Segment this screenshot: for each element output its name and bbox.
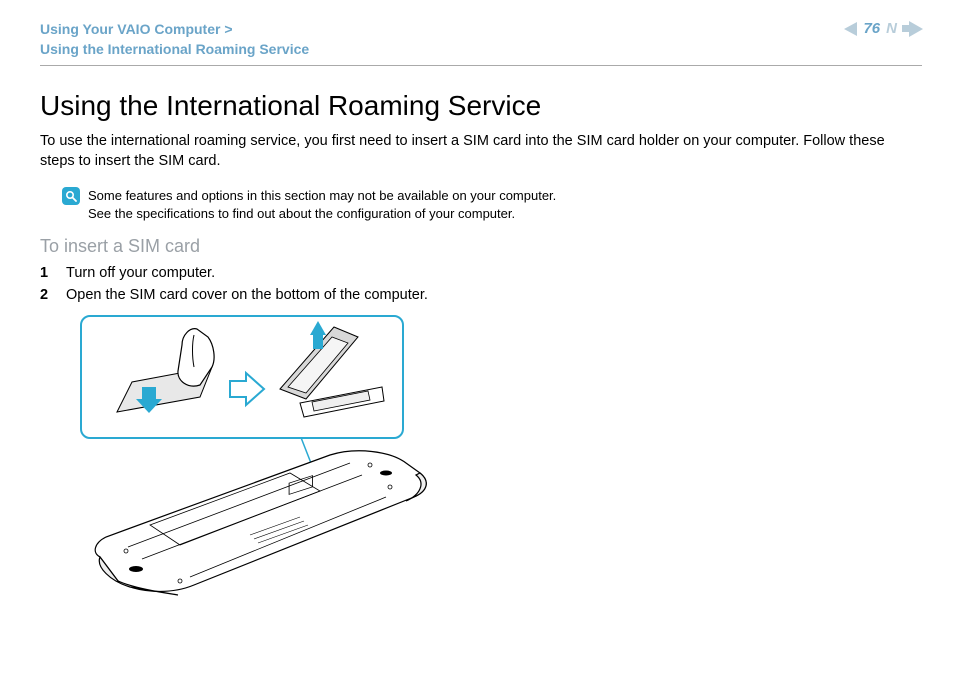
intro-paragraph: To use the international roaming service… <box>40 132 922 171</box>
page-number: 76 <box>863 20 880 37</box>
page-header: Using Your VAIO Computer Using the Inter… <box>40 20 922 66</box>
breadcrumb-parent[interactable]: Using Your VAIO Computer <box>40 21 233 37</box>
illustration <box>80 315 460 615</box>
breadcrumb-current: Using the International Roaming Service <box>40 41 309 57</box>
steps-list: Turn off your computer. Open the SIM car… <box>40 265 922 303</box>
magnifier-icon <box>62 187 80 205</box>
step-item: Open the SIM card cover on the bottom of… <box>40 287 922 303</box>
breadcrumb: Using Your VAIO Computer Using the Inter… <box>40 20 309 59</box>
prev-page-arrow-icon[interactable] <box>844 22 857 36</box>
next-page-arrow-icon[interactable] <box>902 21 922 37</box>
procedure-heading: To insert a SIM card <box>40 236 922 257</box>
note-line-2: See the specifications to find out about… <box>88 206 515 221</box>
note-block: Some features and options in this sectio… <box>62 187 922 222</box>
callout-box <box>80 315 404 439</box>
page-title: Using the International Roaming Service <box>40 90 922 122</box>
page-navigation: 76 N <box>844 20 922 37</box>
laptop-bottom-illustration <box>70 435 470 615</box>
step-item: Turn off your computer. <box>40 265 922 281</box>
nav-marker: N <box>886 20 896 37</box>
note-line-1: Some features and options in this sectio… <box>88 188 556 203</box>
